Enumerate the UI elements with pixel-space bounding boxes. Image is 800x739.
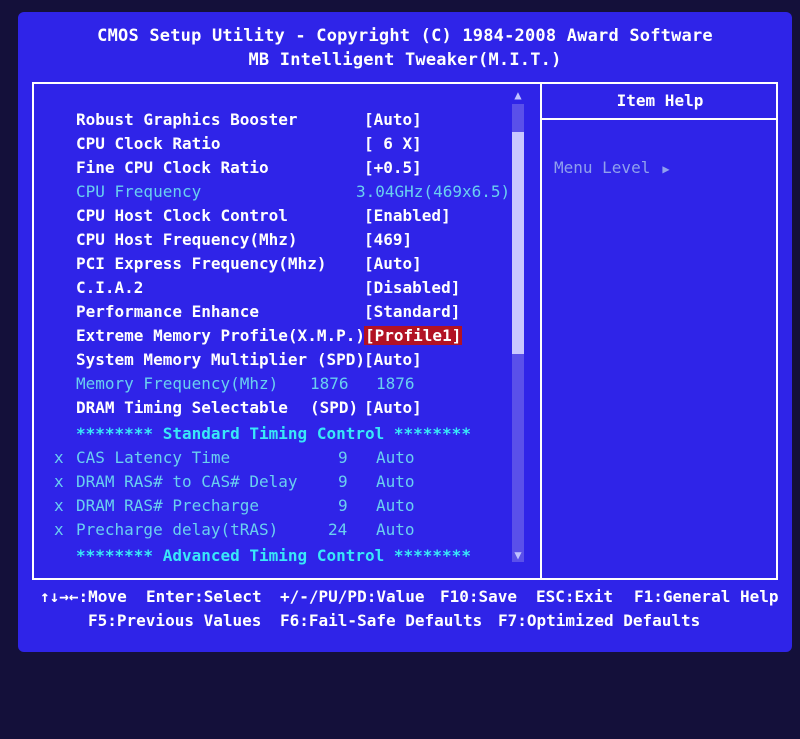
setting-value[interactable]: [Disabled] bbox=[364, 278, 460, 297]
menu-level-label: Menu Level bbox=[554, 158, 651, 177]
key-value: +/-/PU/PD:Value bbox=[280, 587, 425, 606]
footer-keys-row1: ↑↓→←:Move Enter:Select +/-/PU/PD:Value F… bbox=[18, 587, 792, 609]
setting-value[interactable]: [Auto] bbox=[364, 350, 422, 369]
setting-label: Extreme Memory Profile(X.M.P.) bbox=[76, 326, 365, 345]
setting-label: CPU Host Clock Control bbox=[76, 206, 288, 225]
setting-value[interactable]: [Enabled] bbox=[364, 206, 451, 225]
setting-cpu-clock-ratio[interactable]: CPU Clock Ratio [ 6 X] bbox=[34, 134, 422, 158]
setting-pci-express-frequency[interactable]: PCI Express Frequency(Mhz) [Auto] bbox=[34, 254, 422, 278]
key-save: F10:Save bbox=[440, 587, 518, 606]
setting-cpu-frequency: CPU Frequency 3.04GHz(469x6.5) bbox=[34, 182, 510, 206]
setting-spd-tag: (SPD) bbox=[310, 398, 359, 417]
key-move: ↑↓→←:Move bbox=[40, 587, 127, 606]
setting-robust-graphics-booster[interactable]: Robust Graphics Booster [Auto] bbox=[34, 110, 422, 134]
help-divider bbox=[542, 118, 778, 120]
disabled-mark: x bbox=[54, 496, 64, 515]
setting-value-selected[interactable]: [Profile1] bbox=[364, 326, 463, 345]
scroll-down-icon[interactable]: ▼ bbox=[512, 548, 524, 562]
timing-ras-to-cas-delay: x DRAM RAS# to CAS# Delay 9 Auto bbox=[34, 472, 415, 496]
section-advanced-timing-control: ******** Advanced Timing Control *******… bbox=[34, 546, 471, 570]
setting-cpu-host-frequency[interactable]: CPU Host Frequency(Mhz) [469] bbox=[34, 230, 412, 254]
setting-label: CAS Latency Time bbox=[76, 448, 231, 467]
setting-spd-value: 1876 bbox=[310, 374, 349, 393]
setting-value[interactable]: [ 6 X] bbox=[364, 134, 422, 153]
key-select: Enter:Select bbox=[146, 587, 262, 606]
setting-value[interactable]: [+0.5] bbox=[364, 158, 422, 177]
menu-level: Menu Level ▶ bbox=[554, 158, 670, 177]
setting-value[interactable]: [Auto] bbox=[364, 398, 422, 417]
setting-dram-timing-selectable[interactable]: DRAM Timing Selectable (SPD) [Auto] bbox=[34, 398, 422, 422]
setting-performance-enhance[interactable]: Performance Enhance [Standard] bbox=[34, 302, 460, 326]
timing-cas-latency: x CAS Latency Time 9 Auto bbox=[34, 448, 415, 472]
setting-label: System Memory Multiplier (SPD) bbox=[76, 350, 365, 369]
key-previous-values: F5:Previous Values bbox=[88, 611, 262, 630]
page-title: MB Intelligent Tweaker(M.I.T.) bbox=[248, 50, 562, 70]
setting-spd-value: 9 bbox=[338, 496, 348, 515]
setting-label: PCI Express Frequency(Mhz) bbox=[76, 254, 327, 273]
setting-label: CPU Clock Ratio bbox=[76, 134, 221, 153]
scrollbar-thumb[interactable] bbox=[512, 132, 524, 354]
disabled-mark: x bbox=[54, 472, 64, 491]
setting-value[interactable]: [Auto] bbox=[364, 254, 422, 273]
timing-ras-precharge: x DRAM RAS# Precharge 9 Auto bbox=[34, 496, 415, 520]
setting-spd-value: 9 bbox=[338, 472, 348, 491]
key-failsafe-defaults: F6:Fail-Safe Defaults bbox=[280, 611, 483, 630]
setting-memory-frequency: Memory Frequency(Mhz) 1876 1876 bbox=[34, 374, 415, 398]
setting-value: 3.04GHz(469x6.5) bbox=[356, 182, 511, 201]
setting-value: 1876 bbox=[376, 374, 415, 393]
setting-value[interactable]: [Auto] bbox=[364, 110, 422, 129]
scroll-up-icon[interactable]: ▲ bbox=[512, 88, 524, 102]
setting-value: Auto bbox=[376, 496, 415, 515]
setting-value: Auto bbox=[376, 448, 415, 467]
setting-label: CPU Host Frequency(Mhz) bbox=[76, 230, 298, 249]
setting-value[interactable]: [Standard] bbox=[364, 302, 460, 321]
setting-cpu-host-clock-control[interactable]: CPU Host Clock Control [Enabled] bbox=[34, 206, 451, 230]
panel-divider bbox=[540, 84, 542, 578]
setting-extreme-memory-profile[interactable]: Extreme Memory Profile(X.M.P.) [Profile1… bbox=[34, 326, 463, 350]
section-header: ******** Advanced Timing Control *******… bbox=[76, 546, 471, 565]
setting-label: Memory Frequency(Mhz) bbox=[76, 374, 279, 393]
setting-value: Auto bbox=[376, 520, 415, 539]
scrollbar-track[interactable] bbox=[512, 104, 524, 562]
setting-spd-value: 9 bbox=[338, 448, 348, 467]
disabled-mark: x bbox=[54, 448, 64, 467]
bios-screen: CMOS Setup Utility - Copyright (C) 1984-… bbox=[18, 12, 792, 652]
timing-precharge-delay: x Precharge delay(tRAS) 24 Auto bbox=[34, 520, 415, 544]
setting-spd-value: 24 bbox=[328, 520, 348, 539]
item-help-title: Item Help bbox=[616, 91, 704, 110]
setting-label: CPU Frequency bbox=[76, 182, 202, 201]
setting-label: Precharge delay(tRAS) bbox=[76, 520, 279, 539]
header-copyright: CMOS Setup Utility - Copyright (C) 1984-… bbox=[97, 26, 713, 46]
setting-value[interactable]: [469] bbox=[364, 230, 412, 249]
setting-system-memory-multiplier[interactable]: System Memory Multiplier (SPD) [Auto] bbox=[34, 350, 422, 374]
main-frame: Robust Graphics Booster [Auto] CPU Clock… bbox=[32, 82, 778, 580]
setting-value: Auto bbox=[376, 472, 415, 491]
key-exit: ESC:Exit bbox=[536, 587, 614, 606]
key-optimized-defaults: F7:Optimized Defaults bbox=[498, 611, 701, 630]
setting-label: Fine CPU Clock Ratio bbox=[76, 158, 269, 177]
setting-label: Robust Graphics Booster bbox=[76, 110, 298, 129]
section-header: ******** Standard Timing Control *******… bbox=[76, 424, 471, 443]
key-general-help: F1:General Help bbox=[634, 587, 779, 606]
setting-label: C.I.A.2 bbox=[76, 278, 144, 297]
setting-label: DRAM RAS# Precharge bbox=[76, 496, 260, 515]
setting-label: DRAM RAS# to CAS# Delay bbox=[76, 472, 298, 491]
setting-label: DRAM Timing Selectable bbox=[76, 398, 288, 417]
triangle-right-icon: ▶ bbox=[662, 162, 670, 176]
setting-fine-cpu-clock-ratio[interactable]: Fine CPU Clock Ratio [+0.5] bbox=[34, 158, 422, 182]
setting-label: Performance Enhance bbox=[76, 302, 260, 321]
section-standard-timing-control: ******** Standard Timing Control *******… bbox=[34, 424, 471, 448]
footer-keys-row2: F5:Previous Values F6:Fail-Safe Defaults… bbox=[18, 611, 792, 633]
disabled-mark: x bbox=[54, 520, 64, 539]
setting-cia2[interactable]: C.I.A.2 [Disabled] bbox=[34, 278, 460, 302]
